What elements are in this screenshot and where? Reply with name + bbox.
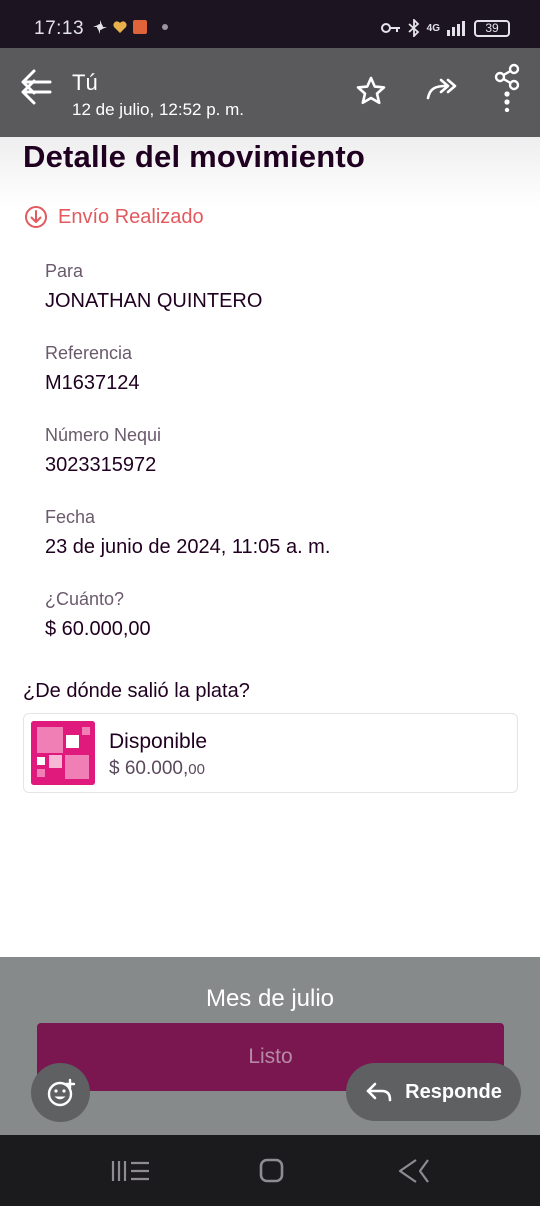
- image-caption: Mes de julio: [205, 985, 335, 1012]
- field-recipient: Para JONATHAN QUINTERO: [45, 261, 262, 313]
- source-section-title: ¿De dónde salió la plata?: [23, 680, 250, 702]
- field-value: JONATHAN QUINTERO: [45, 290, 263, 312]
- field-label: Fecha: [45, 507, 96, 527]
- more-notifications-dot: [162, 24, 168, 30]
- signal-icon: [447, 21, 465, 36]
- bluetooth-icon: [408, 19, 419, 37]
- media-viewer-header: Tú 12 de julio, 12:52 p. m.: [0, 48, 540, 137]
- star-icon[interactable]: [354, 74, 388, 108]
- field-label: Para: [45, 261, 84, 281]
- field-label: Número Nequi: [45, 425, 162, 445]
- reply-label: Responde: [405, 1080, 502, 1103]
- arrow-down-circle-icon: [25, 206, 47, 228]
- field-nequi-number: Número Nequi 3023315972: [45, 425, 161, 477]
- field-value: 3023315972: [45, 454, 157, 476]
- field-value: 23 de junio de 2024, 11:05 a. m.: [45, 536, 331, 558]
- nequi-pocket-icon: [31, 721, 95, 785]
- caption-overlay: Mes de julio Listo Responde: [0, 957, 540, 1135]
- status-notification-icons: [92, 19, 168, 35]
- pinwheel-icon: [93, 20, 107, 34]
- heart-icon: [113, 21, 127, 33]
- account-amount-cents: 00: [188, 761, 205, 778]
- field-reference: Referencia M1637124: [45, 343, 140, 395]
- back-arrow-icon[interactable]: [14, 64, 58, 108]
- transaction-detail: Detalle del movimiento Envío Realizado P…: [0, 137, 540, 957]
- account-name: Disponible: [109, 730, 208, 753]
- app-icon: [133, 20, 147, 34]
- reply-button[interactable]: Responde: [346, 1063, 521, 1121]
- source-account-card: Disponible $ 60.000,00: [23, 713, 518, 793]
- account-amount-main: $ 60.000,: [109, 758, 189, 779]
- page-title: Detalle del movimiento: [23, 139, 366, 174]
- field-label: ¿Cuánto?: [45, 589, 125, 609]
- reply-arrow-icon: [366, 1082, 392, 1102]
- add-reaction-icon: [47, 1078, 76, 1107]
- field-value: $ 60.000,00: [45, 618, 151, 640]
- status-right-icons: 4G 39: [380, 19, 510, 37]
- react-emoji-button[interactable]: [31, 1063, 90, 1122]
- account-amount: $ 60.000,00: [109, 758, 205, 780]
- battery-indicator: 39: [474, 19, 510, 37]
- status-label: Envío Realizado: [58, 205, 204, 228]
- share-more-icon[interactable]: [492, 62, 524, 112]
- home-icon[interactable]: [251, 1157, 291, 1185]
- system-status-bar: 17:13 4G 39: [0, 0, 540, 48]
- field-value: M1637124: [45, 372, 140, 394]
- back-nav-icon[interactable]: [394, 1157, 434, 1185]
- sender-name: Tú: [72, 70, 98, 95]
- recent-apps-icon[interactable]: [110, 1157, 150, 1185]
- transaction-status: Envío Realizado: [24, 205, 204, 229]
- key-icon: [380, 23, 400, 33]
- status-time: 17:13: [34, 18, 85, 39]
- field-label: Referencia: [45, 343, 133, 363]
- message-timestamp: 12 de julio, 12:52 p. m.: [72, 100, 245, 119]
- field-amount: ¿Cuánto? $ 60.000,00: [45, 589, 151, 641]
- system-navigation-bar: [0, 1135, 540, 1206]
- field-date: Fecha 23 de junio de 2024, 11:05 a. m.: [45, 507, 330, 559]
- forward-icon[interactable]: [424, 74, 458, 108]
- network-label: 4G: [426, 22, 440, 34]
